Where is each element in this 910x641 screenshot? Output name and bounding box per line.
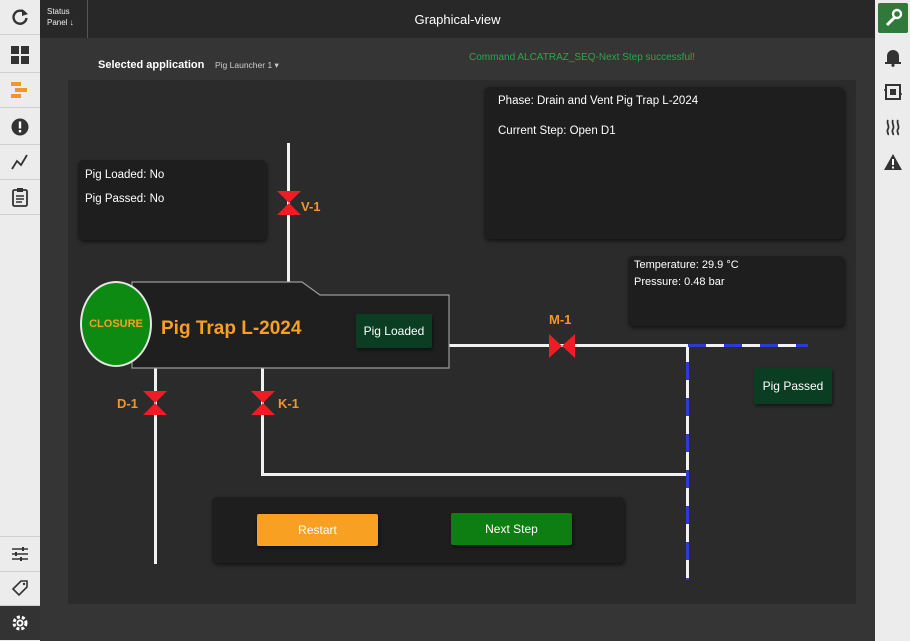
closure-button[interactable]: CLOSURE <box>80 281 152 367</box>
tree-icon <box>11 82 27 98</box>
alert-icon <box>11 118 29 136</box>
tags-button[interactable] <box>0 571 40 606</box>
valve-v1[interactable] <box>276 190 302 216</box>
pipe-vertical-dashed <box>686 344 689 580</box>
pipe-kicker <box>261 368 264 475</box>
sliders-icon <box>12 547 28 561</box>
pressure-value: Pressure: 0.48 bar <box>634 276 725 288</box>
application-dropdown[interactable]: Pig Launcher 1 ▾ <box>215 60 279 71</box>
tools-button[interactable] <box>878 3 908 33</box>
right-sidebar <box>875 0 910 641</box>
process-values-panel: Temperature: 29.9 °C Pressure: 0.48 bar <box>628 256 844 326</box>
pig-trap-title: Pig Trap L-2024 <box>161 318 302 339</box>
valve-d1[interactable] <box>142 390 168 416</box>
dashboard-button[interactable] <box>0 38 40 73</box>
phase-panel: Phase: Drain and Vent Pig Trap L-2024 Cu… <box>484 87 844 239</box>
hierarchy-button[interactable] <box>0 73 40 108</box>
warning-icon <box>883 154 902 170</box>
wrench-icon <box>885 8 903 27</box>
warnings-button[interactable] <box>875 145 910 179</box>
valve-m1[interactable] <box>548 333 576 359</box>
control-panel: Restart Next Step <box>212 497 624 563</box>
page-title: Graphical-view <box>414 12 501 27</box>
valve-k1[interactable] <box>250 390 276 416</box>
command-message: Command ALCATRAZ_SEQ-Next Step successfu… <box>469 52 696 63</box>
pig-status-panel: Pig Loaded: No Pig Passed: No <box>78 160 266 240</box>
temperature-value: Temperature: 29.9 °C <box>634 259 739 271</box>
graphic-canvas: Pig Loaded: No Pig Passed: No Phase: Dra… <box>68 80 856 604</box>
trends-button[interactable] <box>0 145 40 180</box>
gear-icon <box>12 615 28 631</box>
notifications-button[interactable] <box>875 40 910 74</box>
phase-text: Phase: Drain and Vent Pig Trap L-2024 <box>498 95 699 107</box>
module-icon <box>883 84 902 100</box>
current-step-text: Current Step: Open D1 <box>498 125 616 137</box>
bell-icon <box>884 50 901 67</box>
restart-button[interactable]: Restart <box>257 514 378 546</box>
settings-button[interactable] <box>0 606 40 640</box>
next-step-button[interactable]: Next Step <box>451 513 572 545</box>
pipe-kicker-return <box>261 473 689 476</box>
top-bar: Status Panel ↓ Graphical-view <box>40 0 875 38</box>
module-button[interactable] <box>875 75 910 109</box>
grid-icon <box>11 46 29 64</box>
refresh-button[interactable] <box>0 0 40 35</box>
pipe-horizontal-dashed <box>688 344 808 347</box>
valve-m1-label: M-1 <box>549 312 572 327</box>
valve-k1-label: K-1 <box>278 396 299 411</box>
trend-icon <box>11 154 28 170</box>
selected-application-label: Selected application <box>98 59 205 71</box>
heat-icon <box>885 119 899 136</box>
settings-filter-button[interactable] <box>0 536 40 572</box>
pig-passed-status: Pig Passed: No <box>85 193 165 205</box>
valve-v1-label: V-1 <box>301 199 321 214</box>
pig-loaded-status: Pig Loaded: No <box>85 169 165 181</box>
refresh-icon <box>12 9 28 25</box>
left-sidebar <box>0 0 40 641</box>
valve-d1-label: D-1 <box>117 396 138 411</box>
pig-loaded-button[interactable]: Pig Loaded <box>356 314 432 348</box>
pig-passed-button[interactable]: Pig Passed <box>754 368 832 404</box>
alarms-button[interactable] <box>0 110 40 145</box>
closure-label: CLOSURE <box>89 318 143 330</box>
clipboard-icon <box>12 188 28 207</box>
reports-button[interactable] <box>0 180 40 215</box>
heating-button[interactable] <box>875 110 910 144</box>
tag-icon <box>11 580 28 597</box>
